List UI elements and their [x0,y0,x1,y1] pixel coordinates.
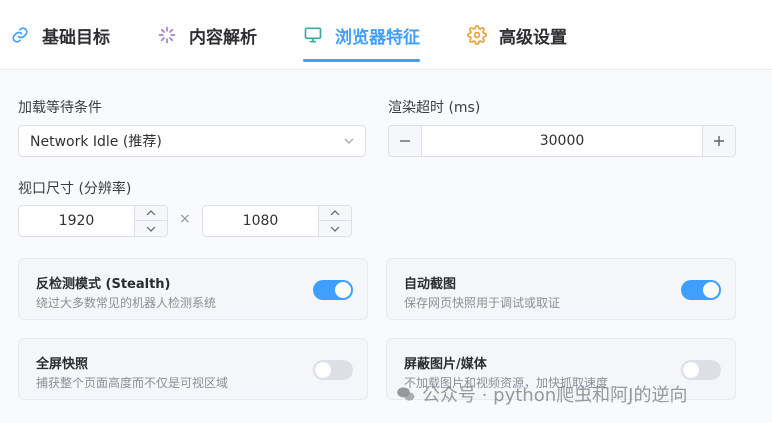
width-decrease-button[interactable] [135,221,167,236]
block-media-toggle[interactable] [681,360,721,380]
height-arrows [318,206,351,236]
timeout-value[interactable]: 30000 [422,126,702,156]
option-title: 反检测模式 (Stealth) [36,277,171,292]
chevron-down-icon [343,135,355,151]
viewport-width-stepper: 1920 [18,205,168,237]
chevron-up-icon [330,210,340,216]
option-card-auto-screenshot: 自动截图 保存网页快照用于调试或取证 [386,258,736,320]
toggle-knob [315,362,331,378]
option-desc: 保存网页快照用于调试或取证 [404,296,561,310]
wait-condition-select[interactable]: Network Idle (推荐) [18,125,366,157]
toggle-knob [703,282,719,298]
option-card-fullpage-snapshot: 全屏快照 捕获整个页面高度而不仅是可视区域 [18,338,368,400]
minus-icon [400,140,410,142]
auto-screenshot-toggle[interactable] [681,280,721,300]
tab-basic-target[interactable]: 基础目标 [10,0,110,70]
render-timeout-input: 30000 [388,125,736,157]
height-decrease-button[interactable] [319,221,351,236]
monitor-icon [303,25,323,45]
viewport-width-value[interactable]: 1920 [19,206,134,236]
option-title: 屏蔽图片/媒体 [404,357,487,372]
chevron-up-icon [146,210,156,216]
tab-bar: 基础目标 内容解析 浏览器特征 高级设置 [0,0,772,70]
toggle-knob [683,362,699,378]
timeout-decrease-button[interactable] [389,126,422,156]
wait-condition-value: Network Idle (推荐) [30,134,162,150]
tab-label: 高级设置 [499,27,567,48]
tab-browser-features[interactable]: 浏览器特征 [303,0,420,70]
fullpage-snapshot-toggle[interactable] [313,360,353,380]
sparkle-icon [157,25,177,45]
chevron-down-icon [146,226,156,232]
tab-content-parsing[interactable]: 内容解析 [157,0,257,70]
viewport-height-value[interactable]: 1080 [203,206,318,236]
chevron-down-icon [330,226,340,232]
height-increase-button[interactable] [319,206,351,221]
wait-condition-label: 加载等待条件 [18,100,102,116]
option-title: 自动截图 [404,277,457,292]
toggle-knob [335,282,351,298]
wechat-watermark: 公众号 · python爬虫和阿J的逆向 [396,381,687,407]
width-increase-button[interactable] [135,206,167,221]
option-desc: 捕获整个页面高度而不仅是可视区域 [36,376,229,390]
watermark-text: 公众号 · python爬虫和阿J的逆向 [422,385,688,406]
wechat-icon [396,384,416,404]
tab-label: 基础目标 [42,27,110,48]
option-card-stealth: 反检测模式 (Stealth) 绕过大多数常见的机器人检测系统 [18,258,368,320]
tab-label: 内容解析 [189,27,257,48]
option-desc: 绕过大多数常见的机器人检测系统 [36,296,217,310]
timeout-increase-button[interactable] [702,126,735,156]
times-sign: × [179,211,191,227]
viewport-size-label: 视口尺寸 (分辨率) [18,181,132,197]
link-icon [10,25,30,45]
gear-icon [467,25,487,45]
plus-icon [714,136,724,146]
viewport-height-stepper: 1080 [202,205,352,237]
tab-label: 浏览器特征 [335,27,420,48]
render-timeout-label: 渲染超时 (ms) [388,100,481,116]
stealth-toggle[interactable] [313,280,353,300]
width-arrows [134,206,167,236]
tab-advanced-settings[interactable]: 高级设置 [467,0,567,70]
option-title: 全屏快照 [36,357,89,372]
